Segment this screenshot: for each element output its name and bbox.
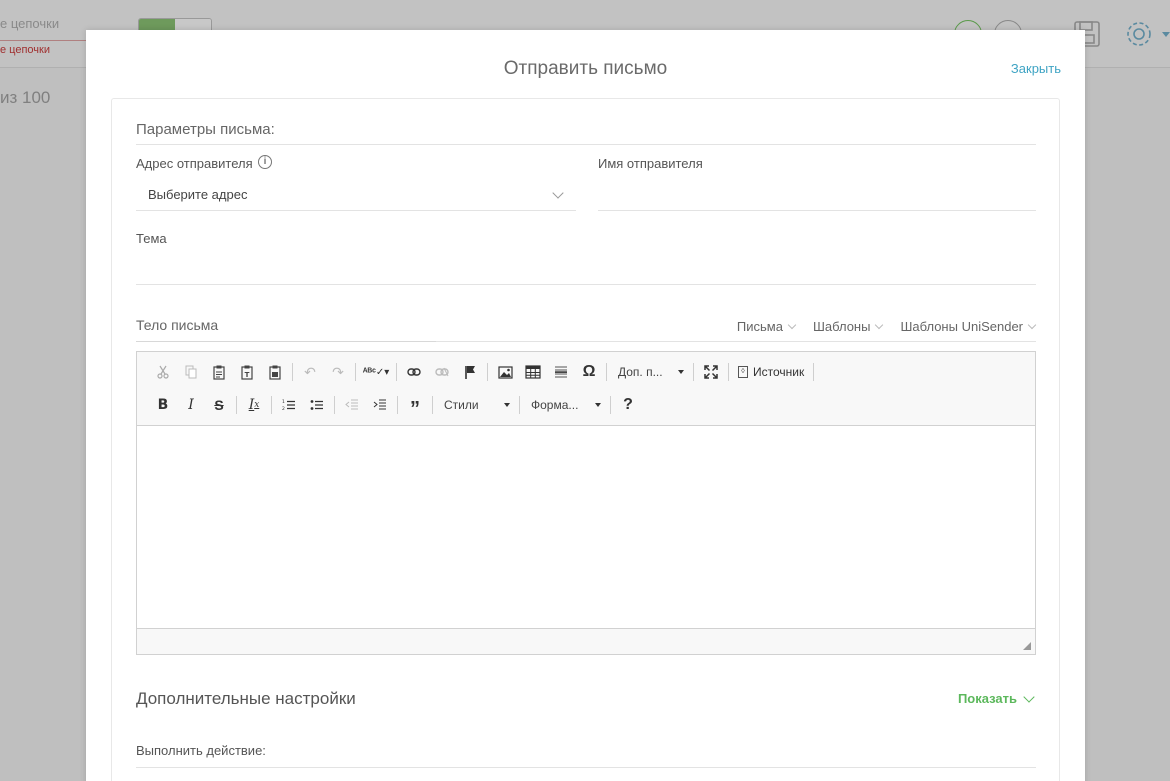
redo-icon[interactable]: ↷ [324,360,352,384]
blockquote-icon[interactable]: ” [401,393,429,420]
show-advanced-button[interactable]: Показать [958,690,1035,706]
more-combo[interactable]: Доп. п... [610,360,690,384]
toolbar-separator [271,396,272,414]
resize-handle-icon[interactable] [1023,642,1031,650]
tab-unisender-templates[interactable]: Шаблоны UniSender [900,319,1037,334]
email-form-panel: Параметры письма: Адрес отправителя i Вы… [111,98,1060,781]
bg-chain-error: е цепочки [0,44,50,56]
bulleted-list-icon[interactable] [303,393,331,417]
toolbar-separator [396,363,397,381]
close-button[interactable]: Закрыть [1011,61,1061,76]
toolbar-separator [813,363,815,381]
toolbar-separator [292,363,293,381]
tab-letters[interactable]: Письма [737,319,797,334]
editor-content-area[interactable] [137,427,1035,628]
toolbar-separator [487,363,488,381]
action-label: Выполнить действие: [136,743,266,758]
image-icon[interactable] [491,360,519,384]
bg-count: из 100 [0,88,51,107]
remove-format-icon[interactable]: Ix [240,393,268,417]
editor-footer [137,628,1035,654]
indent-icon[interactable] [366,393,394,417]
toolbar-separator [610,396,611,414]
anchor-flag-icon[interactable] [456,360,484,384]
sender-name-label: Имя отправителя [598,156,703,171]
paste-text-icon[interactable]: T [233,360,261,384]
paste-icon[interactable] [205,360,233,384]
params-title: Параметры письма: [136,121,275,138]
source-button[interactable]: ◊ Источник [732,360,810,384]
sender-address-select[interactable]: Выберите адрес [136,181,576,211]
toolbar-separator [728,363,729,381]
numbered-list-icon[interactable]: 12 [275,393,303,417]
toolbar-separator [236,396,237,414]
sender-address-label: Адрес отправителя [136,156,253,171]
format-combo[interactable]: Форма... [523,393,607,417]
gear-icon [1127,22,1170,46]
info-icon[interactable]: i [258,155,272,169]
advanced-settings-title: Дополнительные настройки [136,689,356,708]
chevron-down-icon [1027,320,1037,330]
undo-icon[interactable]: ↶ [296,360,324,384]
editor-toolbar: T ↶ ↷ ᴬᴮᶜ✓▾ Ω Доп. п... ◊ Источник B I S… [137,352,1035,426]
copy-icon[interactable] [177,360,205,384]
toolbar-row-2: B I S Ix 12 ” Стили Форма... ? [149,392,642,420]
sender-name-input[interactable] [598,181,1036,211]
help-icon[interactable]: ? [614,393,642,417]
modal-title: Отправить письмо [503,58,668,79]
svg-text:1: 1 [282,399,285,405]
params-divider [136,144,1036,145]
action-divider [136,767,1036,768]
toolbar-separator [606,363,607,381]
toolbar-separator [334,396,335,414]
body-tabs: Письма Шаблоны Шаблоны UniSender [737,319,1037,334]
body-title: Тело письма [136,317,219,333]
outdent-icon[interactable] [338,393,366,417]
spellcheck-icon[interactable]: ᴬᴮᶜ✓▾ [359,360,393,384]
svg-text:2: 2 [282,406,285,411]
subject-input[interactable] [136,255,1036,285]
subject-label: Тема [136,231,167,246]
toolbar-separator [432,396,433,414]
sender-address-value: Выберите адрес [148,187,248,202]
chevron-down-icon [1023,690,1035,703]
bold-icon[interactable]: B [149,393,177,417]
bg-chain-title: е цепочки [0,16,60,31]
source-doc-icon: ◊ [738,366,748,378]
body-tabs-divider [436,341,1036,342]
maximize-icon[interactable] [697,360,725,384]
body-title-underline [136,341,436,342]
special-char-icon[interactable]: Ω [575,360,603,384]
italic-icon[interactable]: I [177,393,205,417]
bg-chain-underline [0,40,86,41]
toolbar-separator [693,363,694,381]
toolbar-separator [519,396,520,414]
unlink-icon[interactable] [428,360,456,384]
cut-icon[interactable] [149,360,177,384]
table-icon[interactable] [519,360,547,384]
chevron-down-icon [875,320,884,330]
paste-word-icon[interactable] [261,360,289,384]
chevron-down-icon [552,187,564,199]
strikethrough-icon[interactable]: S [205,393,233,417]
horizontal-line-icon[interactable] [547,360,575,384]
toolbar-row-1: T ↶ ↷ ᴬᴮᶜ✓▾ Ω Доп. п... ◊ Источник [149,359,817,385]
tab-templates[interactable]: Шаблоны [813,319,884,334]
svg-text:T: T [245,371,250,379]
chevron-down-icon [787,320,797,330]
styles-combo[interactable]: Стили [436,393,516,417]
send-email-modal: Отправить письмо Закрыть Параметры письм… [86,30,1085,781]
link-icon[interactable] [400,360,428,384]
toolbar-separator [397,396,398,414]
toolbar-separator [355,363,356,381]
rich-text-editor: T ↶ ↷ ᴬᴮᶜ✓▾ Ω Доп. п... ◊ Источник B I S… [136,351,1036,655]
